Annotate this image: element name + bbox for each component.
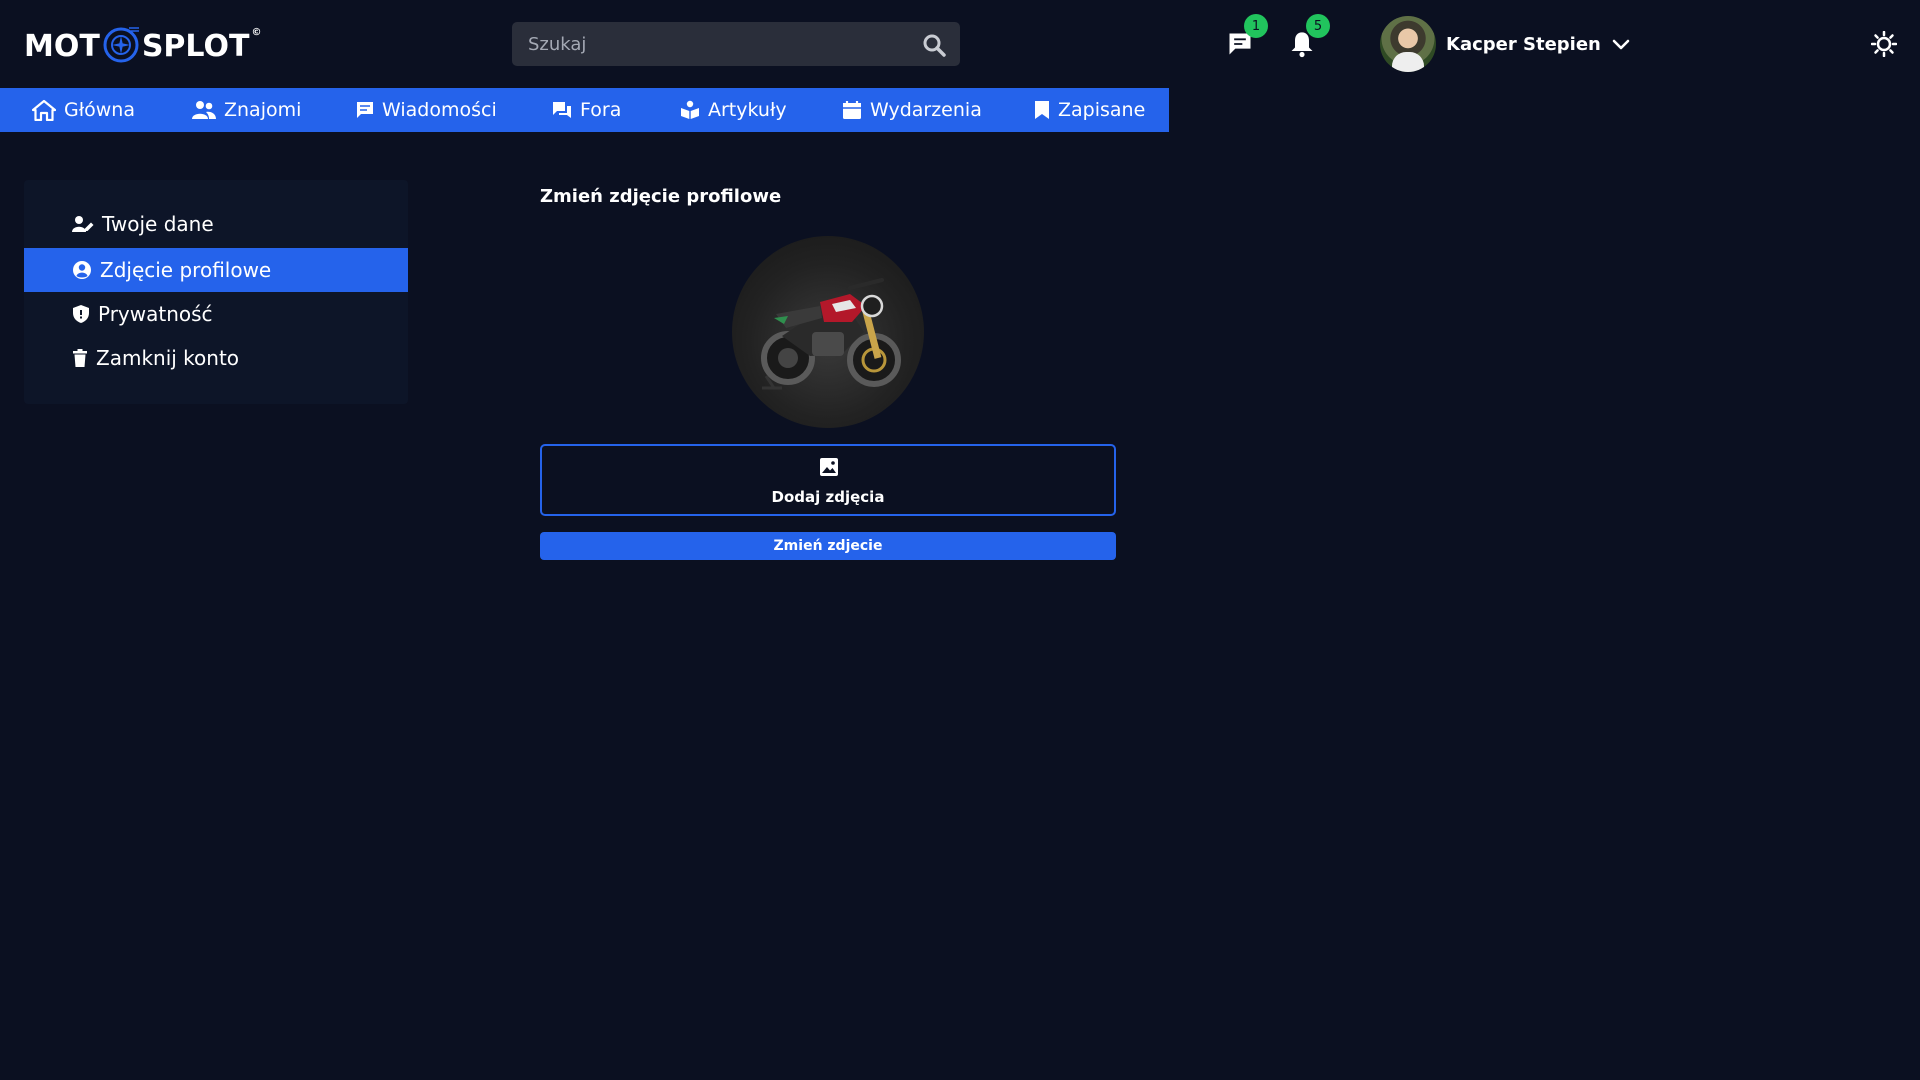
settings-sidebar: Twoje dane Zdjęcie profilowe Prywatność …: [24, 180, 408, 404]
user-circle-icon: [73, 261, 91, 279]
nav-item-label: Znajomi: [224, 99, 302, 121]
user-edit-icon: [72, 216, 94, 232]
home-icon: [32, 99, 56, 121]
nav-item-label: Fora: [580, 99, 622, 121]
nav-item-wydarzenia[interactable]: Wydarzenia: [842, 88, 982, 132]
logo[interactable]: MOT SPLOT ©: [24, 22, 261, 70]
sidebar-item-zamknij-konto[interactable]: Zamknij konto: [24, 336, 408, 380]
avatar: [1380, 16, 1436, 72]
top-header: MOT SPLOT © 1 5: [0, 0, 1920, 88]
upload-label: Dodaj zdjęcia: [771, 488, 885, 506]
logo-text-mot: MOT: [24, 28, 100, 64]
nav-item-glowna[interactable]: Główna: [32, 88, 135, 132]
message-icon: [357, 102, 373, 118]
forum-icon: [553, 102, 571, 118]
profile-picture-preview: [732, 236, 924, 428]
nav-item-zapisane[interactable]: Zapisane: [1034, 88, 1145, 132]
image-icon: [820, 458, 838, 476]
upload-photo-dropzone[interactable]: Dodaj zdjęcia: [540, 444, 1116, 516]
bookmark-icon: [1035, 101, 1049, 119]
sidebar-item-prywatnosc[interactable]: Prywatność: [24, 292, 408, 336]
change-photo-button[interactable]: Zmień zdjecie: [540, 532, 1116, 560]
notifications-button[interactable]: 5: [1282, 14, 1330, 64]
search-icon[interactable]: [920, 31, 948, 59]
user-menu[interactable]: Kacper Stepien: [1380, 16, 1631, 72]
search-input[interactable]: [512, 22, 902, 66]
logo-mark: ©: [251, 26, 262, 38]
sidebar-item-zdjecie-profilowe[interactable]: Zdjęcie profilowe: [24, 248, 408, 292]
page-title: Zmień zdjęcie profilowe: [540, 186, 782, 207]
messages-button[interactable]: 1: [1220, 14, 1268, 64]
main-navigation: Główna Znajomi Wiadomości Fora Artykuły: [0, 88, 1169, 132]
sun-icon: [1871, 31, 1897, 57]
articles-icon: [681, 100, 699, 119]
logo-text-splot: SPLOT: [141, 28, 250, 64]
theme-toggle-button[interactable]: [1868, 28, 1900, 60]
nav-item-label: Zapisane: [1058, 99, 1146, 121]
nav-item-label: Artykuły: [708, 99, 787, 121]
users-icon: [192, 101, 216, 119]
nav-item-wiadomosci[interactable]: Wiadomości: [356, 88, 497, 132]
search-bar: [512, 22, 960, 66]
sidebar-item-label: Zdjęcie profilowe: [100, 258, 272, 282]
nav-item-artykuly[interactable]: Artykuły: [680, 88, 787, 132]
chevron-down-icon: [1612, 39, 1630, 50]
trash-icon: [73, 349, 87, 367]
nav-item-label: Wiadomości: [382, 99, 497, 121]
messages-badge: 1: [1244, 14, 1268, 38]
motorcycle-image: [761, 278, 901, 390]
shield-icon: [73, 305, 89, 323]
nav-item-znajomi[interactable]: Znajomi: [192, 88, 301, 132]
sidebar-item-label: Prywatność: [98, 302, 213, 326]
nav-item-label: Wydarzenia: [870, 99, 982, 121]
sidebar-item-twoje-dane[interactable]: Twoje dane: [24, 202, 408, 246]
nav-item-fora[interactable]: Fora: [552, 88, 621, 132]
calendar-icon: [843, 101, 861, 119]
user-name: Kacper Stepien: [1446, 33, 1601, 55]
sidebar-item-label: Zamknij konto: [96, 346, 240, 370]
notifications-badge: 5: [1306, 14, 1330, 38]
nav-item-label: Główna: [64, 99, 135, 121]
turbo-logo-icon: [103, 27, 139, 63]
sidebar-item-label: Twoje dane: [102, 212, 214, 236]
